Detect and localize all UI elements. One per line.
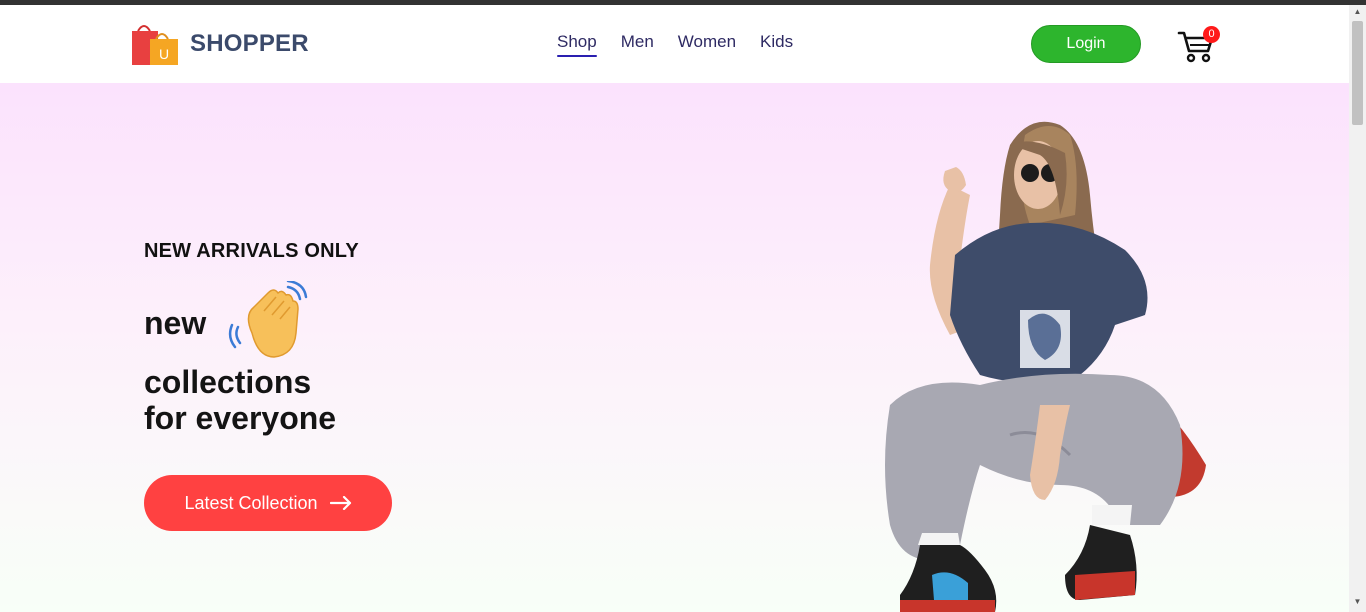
brand-name: SHOPPER: [190, 30, 309, 57]
nav-item-men[interactable]: Men: [621, 32, 654, 57]
nav-item-label: Women: [677, 32, 737, 51]
nav-item-label: Kids: [760, 32, 794, 51]
hero-title-line3: for everyone: [144, 400, 337, 436]
cta-label: Latest Collection: [184, 492, 318, 513]
hero-title-line2: collections: [144, 364, 312, 400]
nav-item-shop[interactable]: Shop: [557, 32, 597, 57]
hero-section: NEW ARRIVALS ONLY new collections for ev…: [0, 83, 1349, 612]
nav-item-label: Men: [620, 32, 654, 51]
scroll-thumb[interactable]: [1352, 21, 1363, 125]
page-scrollbar[interactable]: ▲ ▼: [1349, 5, 1366, 612]
navbar: U SHOPPER Shop Men Women Kids Login 0: [0, 5, 1349, 83]
hero-title-line1: new: [144, 305, 207, 341]
latest-collection-button[interactable]: Latest Collection: [144, 475, 392, 531]
brand-logo[interactable]: U SHOPPER: [130, 21, 309, 67]
bag-letter: U: [159, 46, 169, 62]
nav-item-kids[interactable]: Kids: [760, 32, 793, 57]
hero-model-image: [885, 121, 1206, 612]
nav-item-label: Shop: [557, 32, 597, 51]
active-underline: [557, 55, 597, 57]
shopping-bag-icon: U: [132, 25, 178, 65]
hero-kicker: NEW ARRIVALS ONLY: [144, 240, 359, 262]
scroll-up-arrow-icon[interactable]: ▲: [1349, 7, 1366, 19]
main-menu: Shop Men Women Kids: [557, 32, 793, 57]
arrow-right-icon: [329, 496, 351, 510]
nav-item-women[interactable]: Women: [678, 32, 736, 57]
waving-hand-icon: [228, 281, 308, 358]
login-button[interactable]: Login: [1031, 25, 1141, 63]
scroll-down-arrow-icon[interactable]: ▼: [1349, 597, 1366, 609]
cart-count-badge: 0: [1203, 26, 1220, 43]
